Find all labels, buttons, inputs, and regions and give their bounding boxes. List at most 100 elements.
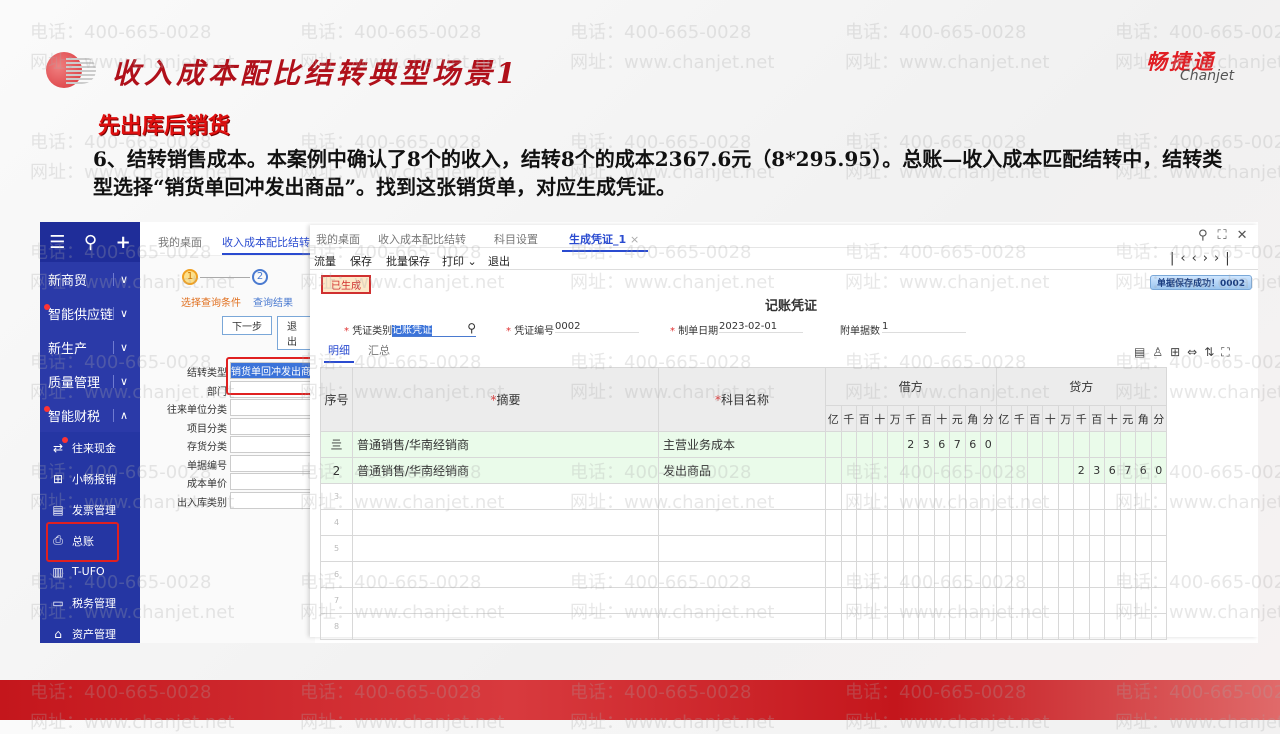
cell-debit-digit[interactable]	[949, 587, 966, 614]
cell-debit-digit[interactable]	[840, 535, 857, 562]
cell-debit-digit[interactable]	[902, 587, 919, 614]
cell-credit-digit[interactable]	[1042, 535, 1059, 562]
cell-credit-digit[interactable]	[1135, 483, 1152, 510]
cell-credit-digit[interactable]	[1026, 613, 1043, 640]
cell-debit-digit[interactable]	[964, 483, 981, 510]
chevron-icon[interactable]: ∧	[112, 408, 128, 422]
cell-debit-digit[interactable]	[918, 457, 935, 484]
cell-debit-digit[interactable]	[902, 457, 919, 484]
cell-credit-digit[interactable]	[1119, 613, 1136, 640]
cell-credit-digit[interactable]	[1119, 535, 1136, 562]
cell-credit-digit[interactable]	[1042, 587, 1059, 614]
cell-debit-digit[interactable]	[933, 457, 950, 484]
cell-credit-digit[interactable]	[1011, 457, 1028, 484]
field-input[interactable]	[230, 399, 320, 416]
plus-icon[interactable]: +	[116, 232, 131, 253]
sidebar-subitem[interactable]: ▤ 发票管理	[40, 494, 140, 525]
voucher-type-field[interactable]: 记账凭证 ⚲	[392, 321, 476, 337]
cell-credit-digit[interactable]: 0	[1150, 457, 1167, 484]
cell-debit-digit[interactable]: 6	[933, 431, 950, 458]
sidebar-item[interactable]: 智能供应链 ∨	[40, 296, 140, 330]
cell-credit-digit[interactable]	[1073, 431, 1090, 458]
cell-debit-digit[interactable]	[856, 561, 873, 588]
cell-credit-digit[interactable]	[1057, 613, 1074, 640]
sidebar-item[interactable]: 质量管理 ∨	[40, 364, 140, 398]
close-tab-icon[interactable]: ×	[630, 233, 639, 246]
cell-debit-digit[interactable]	[856, 431, 873, 458]
cell-credit-digit[interactable]	[1104, 431, 1121, 458]
cell-credit-digit[interactable]	[1135, 613, 1152, 640]
cell-credit-digit[interactable]	[1057, 483, 1074, 510]
cell-credit-digit[interactable]	[1011, 509, 1028, 536]
cell-debit-digit[interactable]	[918, 535, 935, 562]
sidebar-subitem[interactable]: ⇄ 往来现金	[40, 432, 140, 463]
cell-credit-digit[interactable]	[1088, 431, 1105, 458]
cell-debit-digit[interactable]	[980, 457, 997, 484]
cell-account[interactable]: 发出商品	[658, 457, 826, 484]
cell-summary[interactable]	[352, 561, 659, 588]
cell-debit-digit[interactable]	[887, 483, 904, 510]
cell-debit-digit[interactable]	[918, 483, 935, 510]
cell-credit-digit[interactable]	[1042, 509, 1059, 536]
cell-debit-digit[interactable]	[964, 613, 981, 640]
cell-debit-digit[interactable]	[980, 561, 997, 588]
cell-credit-digit[interactable]	[995, 483, 1012, 510]
cell-credit-digit[interactable]	[1088, 561, 1105, 588]
search-icon[interactable]: ⚲	[84, 232, 97, 253]
back-tab-matching[interactable]: 收入成本配比结转	[222, 234, 310, 255]
cell-debit-digit[interactable]	[825, 613, 842, 640]
chevron-icon[interactable]: ∨	[112, 340, 128, 354]
cell-debit-digit[interactable]	[933, 483, 950, 510]
cell-credit-digit[interactable]	[1150, 587, 1167, 614]
cell-credit-digit[interactable]	[995, 613, 1012, 640]
cell-debit-digit[interactable]: 6	[964, 431, 981, 458]
cell-credit-digit[interactable]	[1073, 587, 1090, 614]
cell-credit-digit[interactable]	[1104, 587, 1121, 614]
cell-account[interactable]	[658, 587, 826, 614]
subtab-summary[interactable]: 汇总	[368, 342, 390, 358]
cell-credit-digit[interactable]	[1135, 509, 1152, 536]
cell-debit-digit[interactable]	[840, 613, 857, 640]
cell-credit-digit[interactable]: 6	[1135, 457, 1152, 484]
cell-credit-digit[interactable]	[1150, 535, 1167, 562]
attach-field[interactable]: 1	[882, 321, 966, 333]
cell-debit-digit[interactable]	[856, 483, 873, 510]
cell-credit-digit[interactable]	[1042, 431, 1059, 458]
table-row[interactable]: 8	[320, 613, 1167, 640]
sidebar-subitem[interactable]: ⌂ 资产管理	[40, 618, 140, 643]
back-tab-desktop[interactable]: 我的桌面	[158, 234, 202, 250]
cell-debit-digit[interactable]	[887, 535, 904, 562]
cell-credit-digit[interactable]	[1011, 561, 1028, 588]
cell-credit-digit[interactable]	[1011, 431, 1028, 458]
cell-summary[interactable]	[352, 587, 659, 614]
cell-debit-digit[interactable]	[980, 587, 997, 614]
voucher-no-field[interactable]: 0002	[555, 321, 639, 333]
columns-icon[interactable]: ⇅	[1204, 345, 1221, 359]
cell-debit-digit[interactable]	[918, 613, 935, 640]
sidebar-subitem[interactable]: ▭ 税务管理	[40, 587, 140, 618]
toolbar-button[interactable]: 保存	[350, 253, 372, 269]
cell-summary[interactable]	[352, 483, 659, 510]
cell-credit-digit[interactable]	[1011, 587, 1028, 614]
cell-debit-digit[interactable]	[933, 509, 950, 536]
cell-credit-digit[interactable]	[1042, 457, 1059, 484]
search-icon[interactable]: ⚲	[1198, 228, 1218, 243]
maximize-icon[interactable]: ⛶	[1218, 228, 1237, 243]
cell-credit-digit[interactable]	[1150, 483, 1167, 510]
cell-debit-digit[interactable]	[902, 483, 919, 510]
cell-debit-digit[interactable]	[825, 587, 842, 614]
cell-credit-digit[interactable]	[1150, 509, 1167, 536]
cell-summary[interactable]: 普通销售/华南经销商	[352, 457, 659, 484]
cell-debit-digit[interactable]	[964, 587, 981, 614]
cell-credit-digit[interactable]	[1073, 561, 1090, 588]
cell-account[interactable]	[658, 561, 826, 588]
field-input[interactable]	[230, 417, 320, 435]
cell-debit-digit[interactable]	[964, 535, 981, 562]
cell-debit-digit[interactable]	[871, 535, 888, 562]
cell-credit-digit[interactable]	[1057, 457, 1074, 484]
cell-debit-digit[interactable]	[887, 613, 904, 640]
cell-credit-digit[interactable]	[995, 587, 1012, 614]
cell-debit-digit[interactable]	[840, 509, 857, 536]
cell-credit-digit[interactable]	[1088, 483, 1105, 510]
cell-credit-digit[interactable]	[995, 535, 1012, 562]
